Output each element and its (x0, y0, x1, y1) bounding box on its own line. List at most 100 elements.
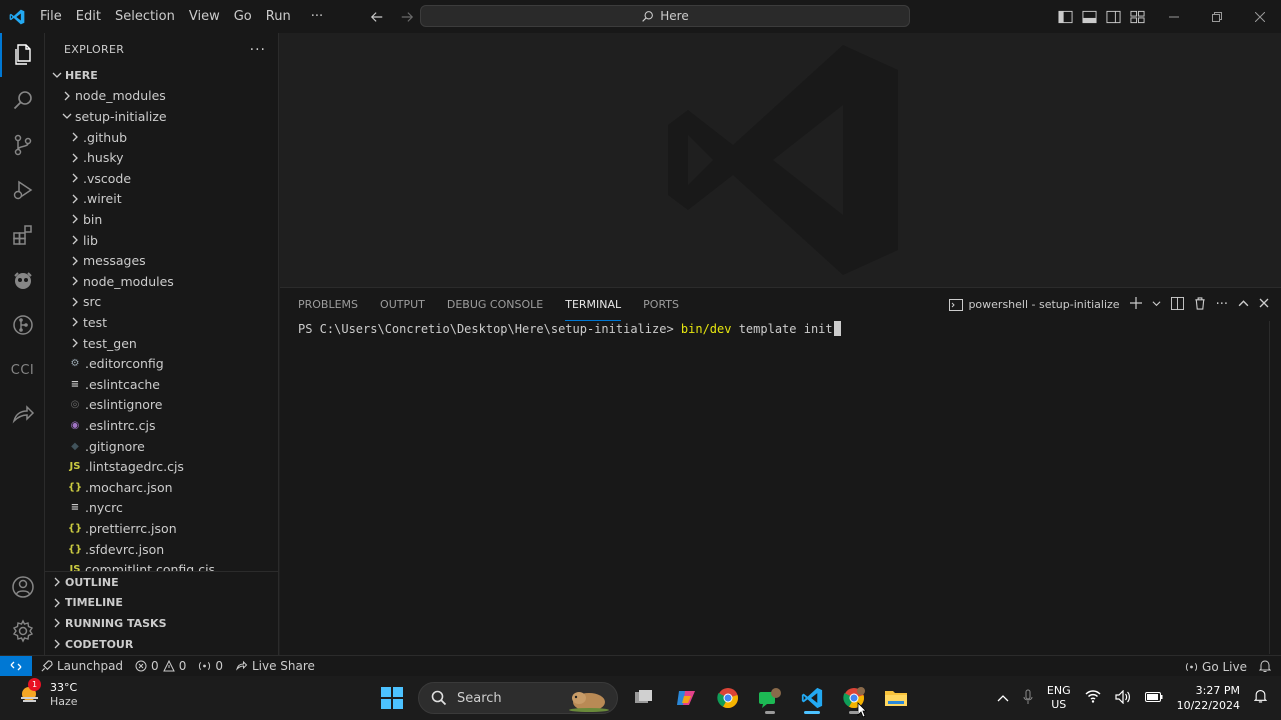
toggle-secondary-sidebar-icon[interactable] (1104, 8, 1122, 26)
tree-file[interactable]: {} .prettierrc.json (45, 518, 278, 539)
tree-folder[interactable]: .github (45, 127, 278, 148)
tree-folder[interactable]: node_modules (45, 271, 278, 292)
run-debug-icon[interactable] (0, 168, 45, 212)
copilot-icon[interactable] (0, 258, 45, 302)
tree-file[interactable]: ◆ .gitignore (45, 436, 278, 457)
tab-problems[interactable]: PROBLEMS (298, 288, 358, 321)
go-live-status[interactable]: Go Live (1179, 660, 1253, 674)
split-terminal-icon[interactable] (1170, 296, 1184, 313)
launchpad-status[interactable]: Launchpad (32, 659, 129, 673)
pane-timeline[interactable]: TIMELINE (45, 593, 278, 614)
vscode-app-icon[interactable] (796, 682, 828, 714)
terminal-cursor (833, 321, 841, 336)
copilot-app-icon[interactable] (670, 682, 702, 714)
task-view-icon[interactable] (628, 682, 660, 714)
tab-ports[interactable]: PORTS (643, 288, 679, 321)
menu-run[interactable]: Run (259, 0, 298, 33)
chrome-icon[interactable] (712, 682, 744, 714)
new-terminal-icon[interactable] (1129, 297, 1142, 312)
wifi-icon[interactable] (1085, 690, 1101, 706)
live-share-icon[interactable] (0, 393, 45, 437)
remote-indicator-icon[interactable] (0, 655, 32, 677)
tree-file[interactable]: ⚙ .editorconfig (45, 353, 278, 374)
weather-widget[interactable]: 1 33°C Haze (16, 678, 78, 709)
ports-status[interactable]: 0 (192, 659, 229, 673)
clock[interactable]: 3:27 PM 10/22/2024 (1177, 683, 1240, 713)
tree-file[interactable]: ◉ .eslintrc.cjs (45, 415, 278, 436)
tree-folder[interactable]: node_modules (45, 86, 278, 107)
forward-arrow-icon[interactable] (396, 6, 418, 28)
terminal-scrollbar[interactable] (1269, 321, 1279, 654)
command-center[interactable]: Here (420, 5, 910, 27)
microphone-icon[interactable] (1023, 689, 1033, 708)
extensions-icon[interactable] (0, 213, 45, 257)
tab-terminal[interactable]: TERMINAL (565, 288, 622, 321)
tree-folder[interactable]: messages (45, 250, 278, 271)
restore-icon[interactable] (1195, 0, 1238, 33)
volume-icon[interactable] (1114, 689, 1131, 707)
chat-app-icon[interactable] (754, 682, 786, 714)
tree-file[interactable]: {} .mocharc.json (45, 477, 278, 498)
cci-icon[interactable]: CCI (0, 348, 45, 392)
notifications-icon[interactable] (1253, 660, 1281, 673)
menu-file[interactable]: File (33, 0, 69, 33)
source-control-icon[interactable] (0, 123, 45, 167)
tree-folder[interactable]: .wireit (45, 189, 278, 210)
pane-running-tasks[interactable]: RUNNING TASKS (45, 613, 278, 634)
maximize-panel-icon[interactable] (1238, 298, 1249, 312)
more-actions-icon[interactable]: ··· (1216, 297, 1228, 312)
explorer-more-actions[interactable]: ··· (250, 42, 266, 58)
menu-view[interactable]: View (182, 0, 227, 33)
taskbar-search[interactable]: Search (418, 682, 618, 714)
windows-start-icon[interactable] (376, 682, 408, 714)
accounts-icon[interactable] (0, 565, 45, 609)
toggle-primary-sidebar-icon[interactable] (1056, 8, 1074, 26)
search-icon[interactable] (0, 78, 45, 122)
tree-folder[interactable]: test (45, 312, 278, 333)
tree-folder[interactable]: lib (45, 230, 278, 251)
input-language[interactable]: ENG US (1047, 684, 1071, 712)
tree-folder[interactable]: src (45, 292, 278, 313)
chrome-profile-icon[interactable] (838, 682, 870, 718)
terminal-selector[interactable]: powershell - setup-initialize (949, 298, 1120, 311)
menu-more[interactable]: ··· (304, 0, 330, 33)
trash-icon[interactable] (1194, 296, 1206, 313)
tree-file[interactable]: JS commitlint.config.cjs (45, 559, 278, 571)
battery-icon[interactable] (1144, 691, 1163, 705)
terminal-output[interactable]: PS C:\Users\Concretio\Desktop\Here\setup… (298, 321, 841, 336)
back-arrow-icon[interactable] (366, 6, 388, 28)
tree-folder[interactable]: bin (45, 209, 278, 230)
tree-file[interactable]: {} .sfdevrc.json (45, 539, 278, 560)
tree-folder[interactable]: .husky (45, 147, 278, 168)
tree-file[interactable]: JS .lintstagedrc.cjs (45, 456, 278, 477)
tab-debug-console[interactable]: DEBUG CONSOLE (447, 288, 543, 321)
explorer-icon[interactable] (0, 33, 45, 77)
toggle-panel-icon[interactable] (1080, 8, 1098, 26)
close-icon[interactable] (1238, 0, 1281, 33)
pane-codetour[interactable]: CODETOUR (45, 634, 278, 655)
file-explorer-icon[interactable] (880, 682, 912, 714)
live-share-status[interactable]: Live Share (229, 659, 321, 673)
tree-folder[interactable]: setup-initialize (45, 106, 278, 127)
menu-selection[interactable]: Selection (108, 0, 182, 33)
tree-folder[interactable]: test_gen (45, 333, 278, 354)
tree-file[interactable]: ◎ .eslintignore (45, 395, 278, 416)
pane-outline[interactable]: OUTLINE (45, 572, 278, 593)
terminal-dropdown-icon[interactable] (1152, 298, 1161, 311)
show-hidden-icons-chevron-icon[interactable] (997, 691, 1009, 705)
notification-bell-icon[interactable] (1253, 689, 1268, 707)
tree-item-label: .github (83, 129, 128, 145)
problems-status[interactable]: 0 0 (129, 659, 192, 673)
minimize-icon[interactable] (1152, 0, 1195, 33)
tab-output[interactable]: OUTPUT (380, 288, 425, 321)
manage-gear-icon[interactable] (0, 609, 45, 653)
close-panel-icon[interactable] (1259, 298, 1269, 311)
tree-file[interactable]: ≡ .eslintcache (45, 374, 278, 395)
tree-folder[interactable]: .vscode (45, 168, 278, 189)
tree-file[interactable]: ≡ .nycrc (45, 498, 278, 519)
customize-layout-icon[interactable] (1128, 8, 1146, 26)
menu-go[interactable]: Go (227, 0, 259, 33)
menu-edit[interactable]: Edit (69, 0, 108, 33)
gitlens-icon[interactable] (0, 303, 45, 347)
tree-root-here[interactable]: HERE (45, 65, 278, 86)
